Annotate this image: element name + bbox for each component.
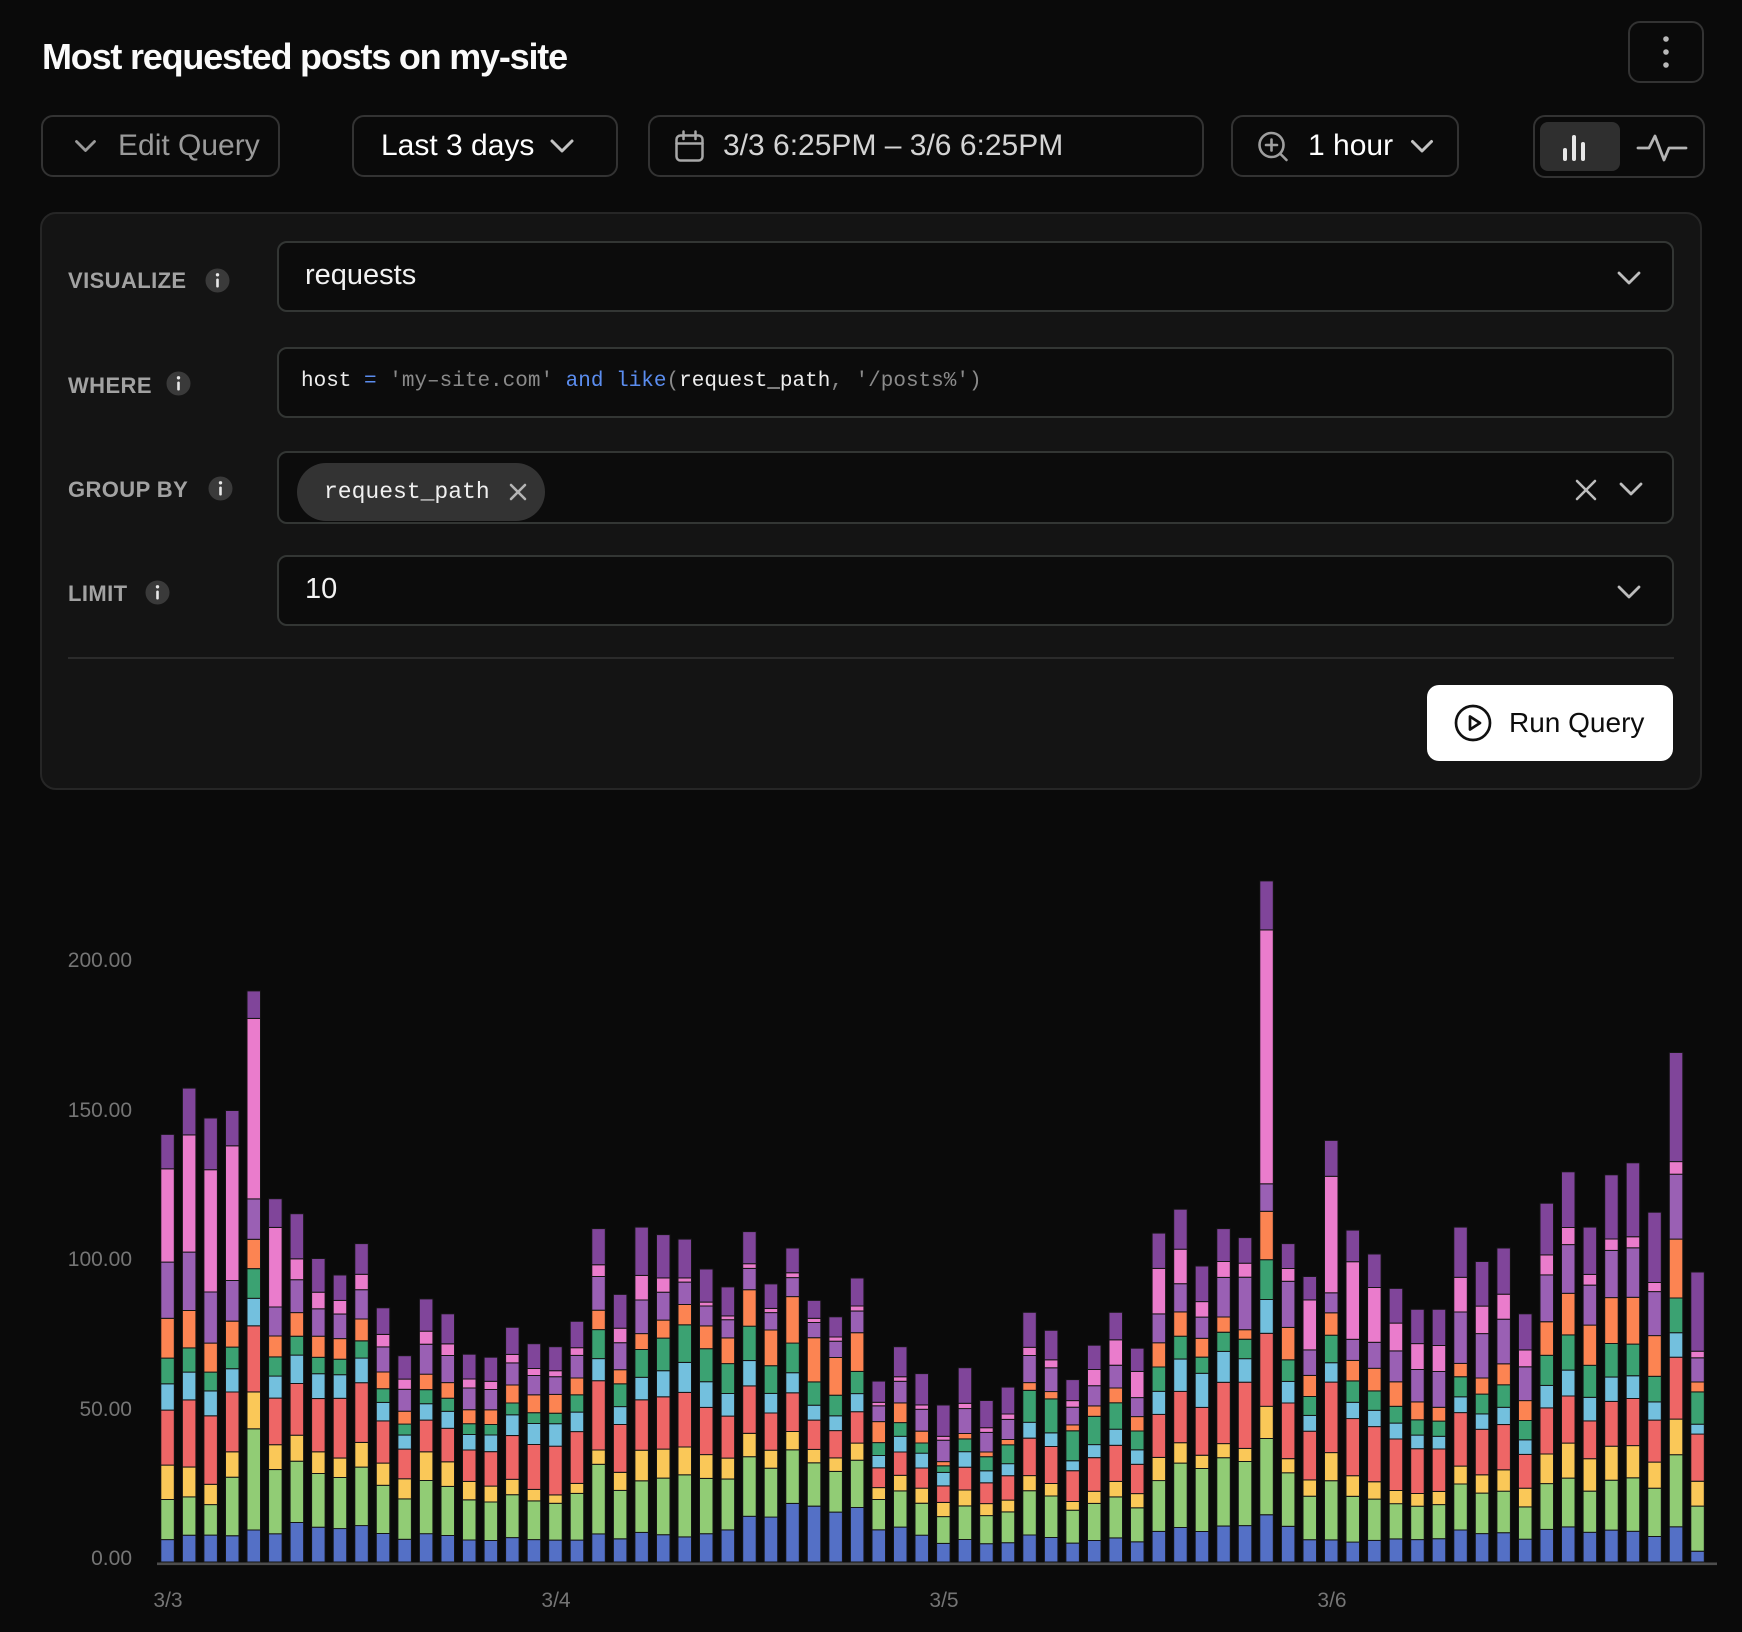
svg-text:3/4: 3/4 bbox=[541, 1589, 571, 1612]
svg-text:3/6: 3/6 bbox=[1317, 1589, 1346, 1612]
svg-text:50.00: 50.00 bbox=[79, 1398, 132, 1421]
svg-text:3/5: 3/5 bbox=[929, 1589, 958, 1612]
svg-text:3/3: 3/3 bbox=[153, 1589, 182, 1612]
svg-text:0.00: 0.00 bbox=[91, 1547, 132, 1570]
svg-text:150.00: 150.00 bbox=[68, 1099, 132, 1122]
svg-text:200.00: 200.00 bbox=[68, 949, 132, 972]
svg-text:100.00: 100.00 bbox=[68, 1248, 132, 1271]
